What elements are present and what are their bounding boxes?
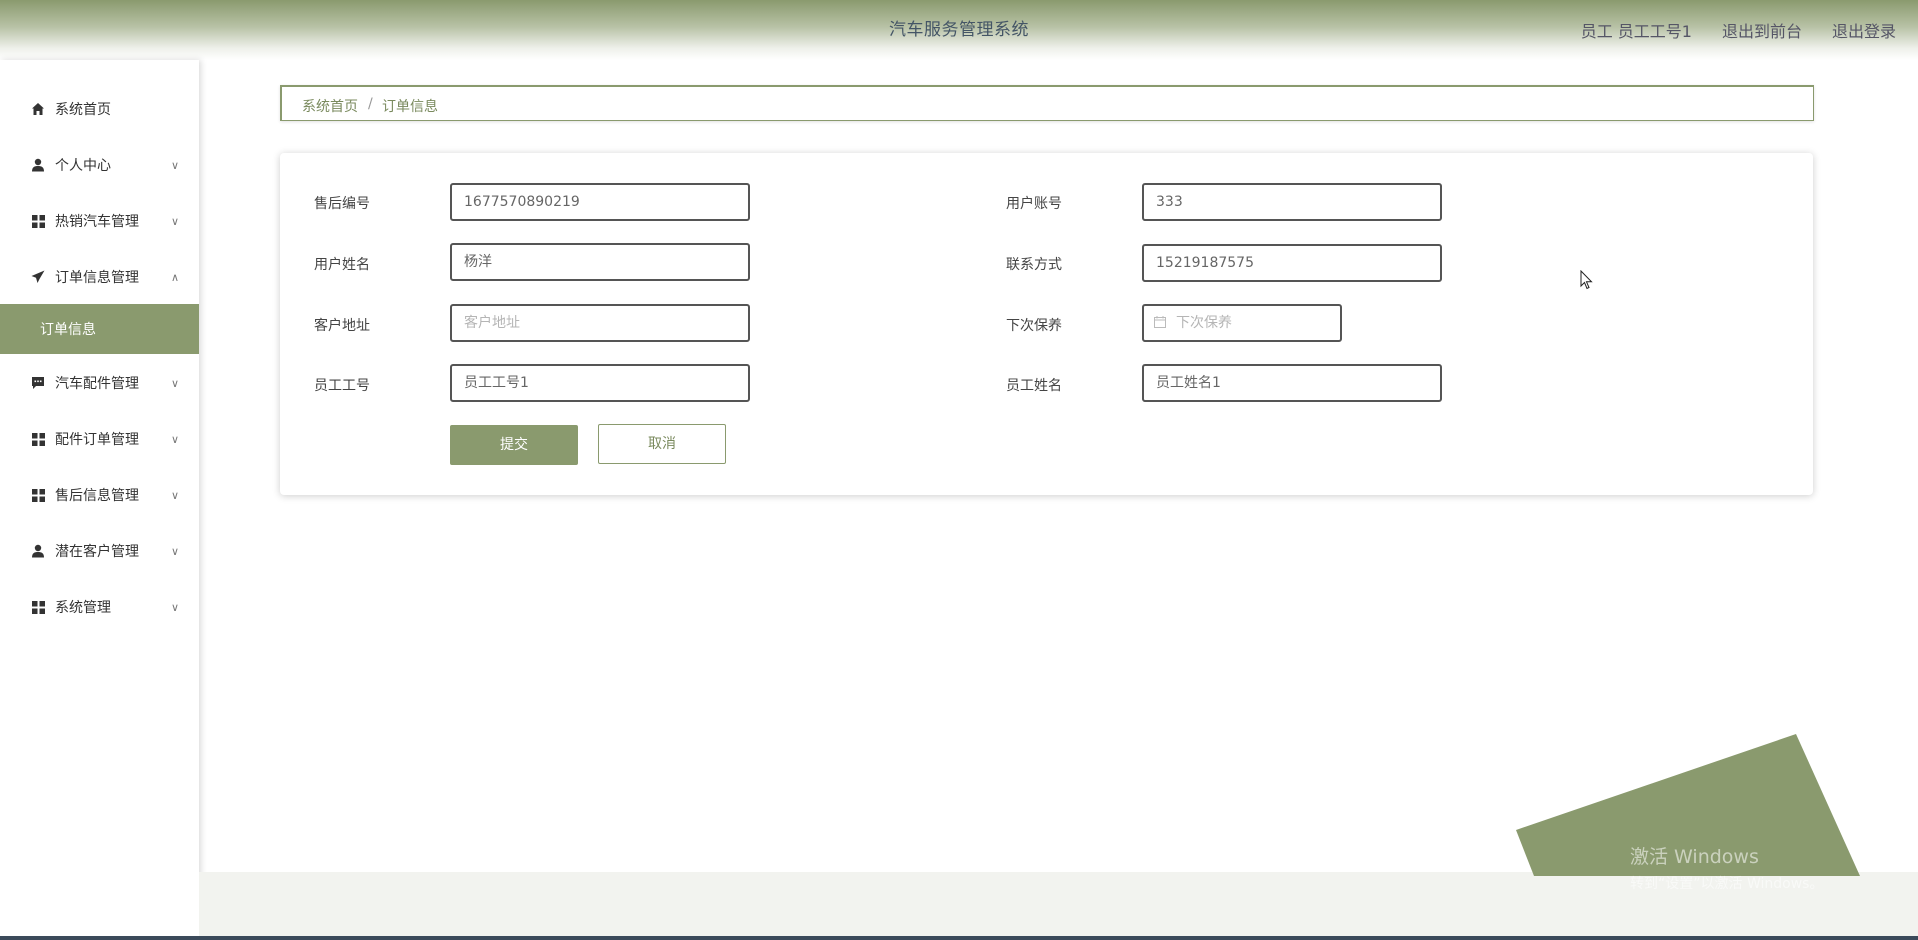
chevron-up-icon: ∧: [170, 270, 179, 284]
current-user: 员工 员工工号1: [1580, 22, 1692, 41]
sidebar-item-personal-center[interactable]: 个人中心 ∨: [0, 140, 199, 190]
sidebar-item-label: 汽车配件管理: [55, 376, 139, 392]
windows-activation-watermark: 激活 Windows 转到“设置”以激活 Windows。: [1630, 842, 1823, 893]
sidebar-item-label: 订单信息管理: [55, 270, 139, 286]
sidebar-item-orders[interactable]: 订单信息管理 ∧: [0, 252, 199, 302]
sidebar-item-home[interactable]: 系统首页: [0, 84, 199, 134]
order-form-card: 售后编号 1677570890219 用户账号 333 用户姓名 杨洋 联系方式…: [280, 153, 1813, 495]
sidebar-item-label: 售后信息管理: [55, 488, 139, 504]
chevron-down-icon: ∨: [170, 158, 179, 172]
after-sales-no-label: 售后编号: [314, 196, 370, 212]
sidebar-item-parts-orders[interactable]: 配件订单管理 ∨: [0, 414, 199, 464]
sidebar-item-label: 热销汽车管理: [55, 214, 139, 230]
breadcrumb-separator: /: [368, 96, 373, 112]
mouse-cursor-icon: [1580, 270, 1593, 290]
breadcrumb: 系统首页 / 订单信息: [280, 85, 1814, 121]
sidebar-item-label: 系统管理: [55, 600, 111, 616]
send-icon: [30, 269, 46, 285]
sidebar-item-system[interactable]: 系统管理 ∨: [0, 582, 199, 632]
after-sales-no-input[interactable]: 1677570890219: [450, 183, 750, 221]
next-maintenance-date-input[interactable]: 下次保养: [1142, 304, 1342, 342]
sidebar-item-label: 潜在客户管理: [55, 544, 139, 560]
grid-icon: [30, 599, 46, 615]
breadcrumb-current: 订单信息: [382, 99, 438, 115]
next-maintenance-placeholder: 下次保养: [1176, 315, 1232, 331]
next-maintenance-label: 下次保养: [1006, 318, 1062, 334]
contact-label: 联系方式: [1006, 257, 1062, 273]
sidebar-item-after-sales[interactable]: 售后信息管理 ∨: [0, 470, 199, 520]
sidebar-item-label: 系统首页: [55, 102, 111, 118]
cancel-button[interactable]: 取消: [598, 424, 726, 464]
calendar-icon: [1154, 316, 1166, 328]
logout-link[interactable]: 退出登录: [1832, 18, 1896, 42]
chevron-down-icon: ∨: [170, 544, 179, 558]
user-icon: [30, 543, 46, 559]
watermark-line2: 转到“设置”以激活 Windows。: [1630, 876, 1824, 892]
sidebar-item-label: 配件订单管理: [55, 432, 139, 448]
employee-no-input[interactable]: 员工工号1: [450, 364, 750, 402]
watermark-line1: 激活 Windows: [1630, 846, 1759, 868]
address-label: 客户地址: [314, 318, 370, 334]
user-name-label: 用户姓名: [314, 257, 370, 273]
employee-no-label: 员工工号: [314, 378, 370, 394]
chevron-down-icon: ∨: [170, 214, 179, 228]
employee-name-label: 员工姓名: [1006, 378, 1062, 394]
employee-name-input[interactable]: 员工姓名1: [1142, 364, 1442, 402]
message-icon: [30, 375, 46, 391]
home-icon: [30, 101, 46, 117]
address-input[interactable]: 客户地址: [450, 304, 750, 342]
sidebar-item-parts[interactable]: 汽车配件管理 ∨: [0, 358, 199, 408]
sidebar: 系统首页 个人中心 ∨ 热销汽车管理 ∨ 订单信息管理 ∧ 订单信息 汽车配件管…: [0, 60, 199, 940]
user-name-input[interactable]: 杨洋: [450, 243, 750, 281]
grid-icon: [30, 431, 46, 447]
grid-icon: [30, 213, 46, 229]
grid-icon: [30, 487, 46, 503]
chevron-down-icon: ∨: [170, 432, 179, 446]
back-to-front-link[interactable]: 退出到前台: [1722, 18, 1802, 42]
submit-button[interactable]: 提交: [450, 425, 578, 465]
user-account-label: 用户账号: [1006, 196, 1062, 212]
sidebar-subitem-label: 订单信息: [40, 322, 96, 338]
breadcrumb-home-link[interactable]: 系统首页: [302, 96, 358, 116]
contact-input[interactable]: 15219187575: [1142, 244, 1442, 282]
chevron-down-icon: ∨: [170, 600, 179, 614]
sidebar-item-potential-customers[interactable]: 潜在客户管理 ∨: [0, 526, 199, 576]
chevron-down-icon: ∨: [170, 376, 179, 390]
taskbar-edge: [0, 936, 1918, 940]
sidebar-item-label: 个人中心: [55, 158, 111, 174]
chevron-down-icon: ∨: [170, 488, 179, 502]
sidebar-subitem-order-info[interactable]: 订单信息: [0, 304, 199, 354]
top-links: 员工 员工工号1 退出到前台 退出登录: [1581, 0, 1896, 60]
user-icon: [30, 157, 46, 173]
sidebar-item-hot-cars[interactable]: 热销汽车管理 ∨: [0, 196, 199, 246]
user-account-input[interactable]: 333: [1142, 183, 1442, 221]
